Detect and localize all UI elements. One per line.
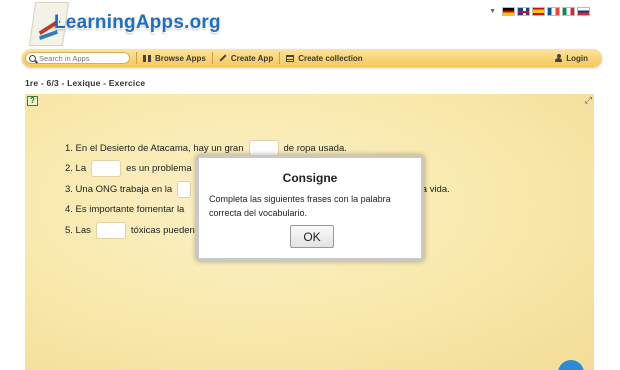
browse-apps-label: Browse Apps (155, 53, 206, 63)
chevron-down-icon[interactable]: ▼ (489, 8, 496, 15)
user-icon (555, 54, 563, 62)
answer-gap[interactable] (177, 180, 192, 198)
grid-icon (143, 54, 151, 62)
instruction-dialog: Consigne Completa las siguientes frases … (196, 155, 424, 261)
sentence-text: 4. Es importante fomentar la (65, 204, 185, 216)
sentence-text: de ropa usada. (283, 142, 347, 154)
sentence-text: 2. La (65, 163, 87, 175)
toolbar-divider (136, 52, 137, 64)
flag-it-icon[interactable] (562, 7, 575, 16)
main-toolbar: Browse Apps Create App Create collection… (22, 49, 602, 67)
flag-gb-icon[interactable] (517, 7, 530, 16)
sentence-text: es un problema (126, 163, 192, 175)
toolbar-divider (211, 52, 213, 64)
language-selector[interactable]: ▼ (489, 7, 590, 16)
create-collection-label: Create collection (298, 53, 363, 63)
create-collection-button[interactable]: Create collection (286, 53, 363, 63)
sentence-text: 3. Una ONG trabaja en la (65, 183, 173, 195)
feedback-button[interactable] (558, 360, 584, 370)
dialog-title: Consigne (282, 171, 338, 185)
search-icon (29, 54, 36, 62)
create-app-label: Create App (230, 53, 274, 63)
fullscreen-icon[interactable]: ⤢ (585, 96, 592, 105)
login-button[interactable]: Login (555, 54, 588, 63)
sentence-text: 5. Las (65, 224, 91, 236)
answer-gap[interactable] (91, 160, 122, 178)
pencil-icon (219, 54, 227, 62)
dialog-text: Completa las siguientes frases con la pa… (209, 194, 391, 218)
answer-gap[interactable] (95, 221, 126, 239)
logo[interactable]: LearningApps.org (28, 0, 221, 50)
sentence-text: tóxicas pueden (130, 224, 195, 236)
help-icon[interactable]: ? (27, 96, 38, 106)
create-app-button[interactable]: Create App (219, 54, 273, 63)
browse-apps-button[interactable]: Browse Apps (143, 54, 206, 63)
collection-icon (286, 54, 295, 62)
logo-text: LearningApps.org (54, 12, 221, 33)
flag-es-icon[interactable] (532, 7, 545, 16)
sentence-text: 1. En el Desierto de Atacama, hay un gra… (65, 142, 244, 154)
toolbar-divider (279, 52, 281, 64)
search-box[interactable] (25, 52, 130, 64)
breadcrumb: 1re - 6/3 - Lexique - Exercice (25, 78, 146, 88)
flag-de-icon[interactable] (502, 7, 515, 16)
ok-button[interactable]: OK (290, 225, 334, 248)
search-input[interactable] (39, 53, 127, 63)
flag-fr-icon[interactable] (547, 7, 560, 16)
login-label: Login (566, 53, 588, 63)
flag-ru-icon[interactable] (577, 7, 590, 16)
